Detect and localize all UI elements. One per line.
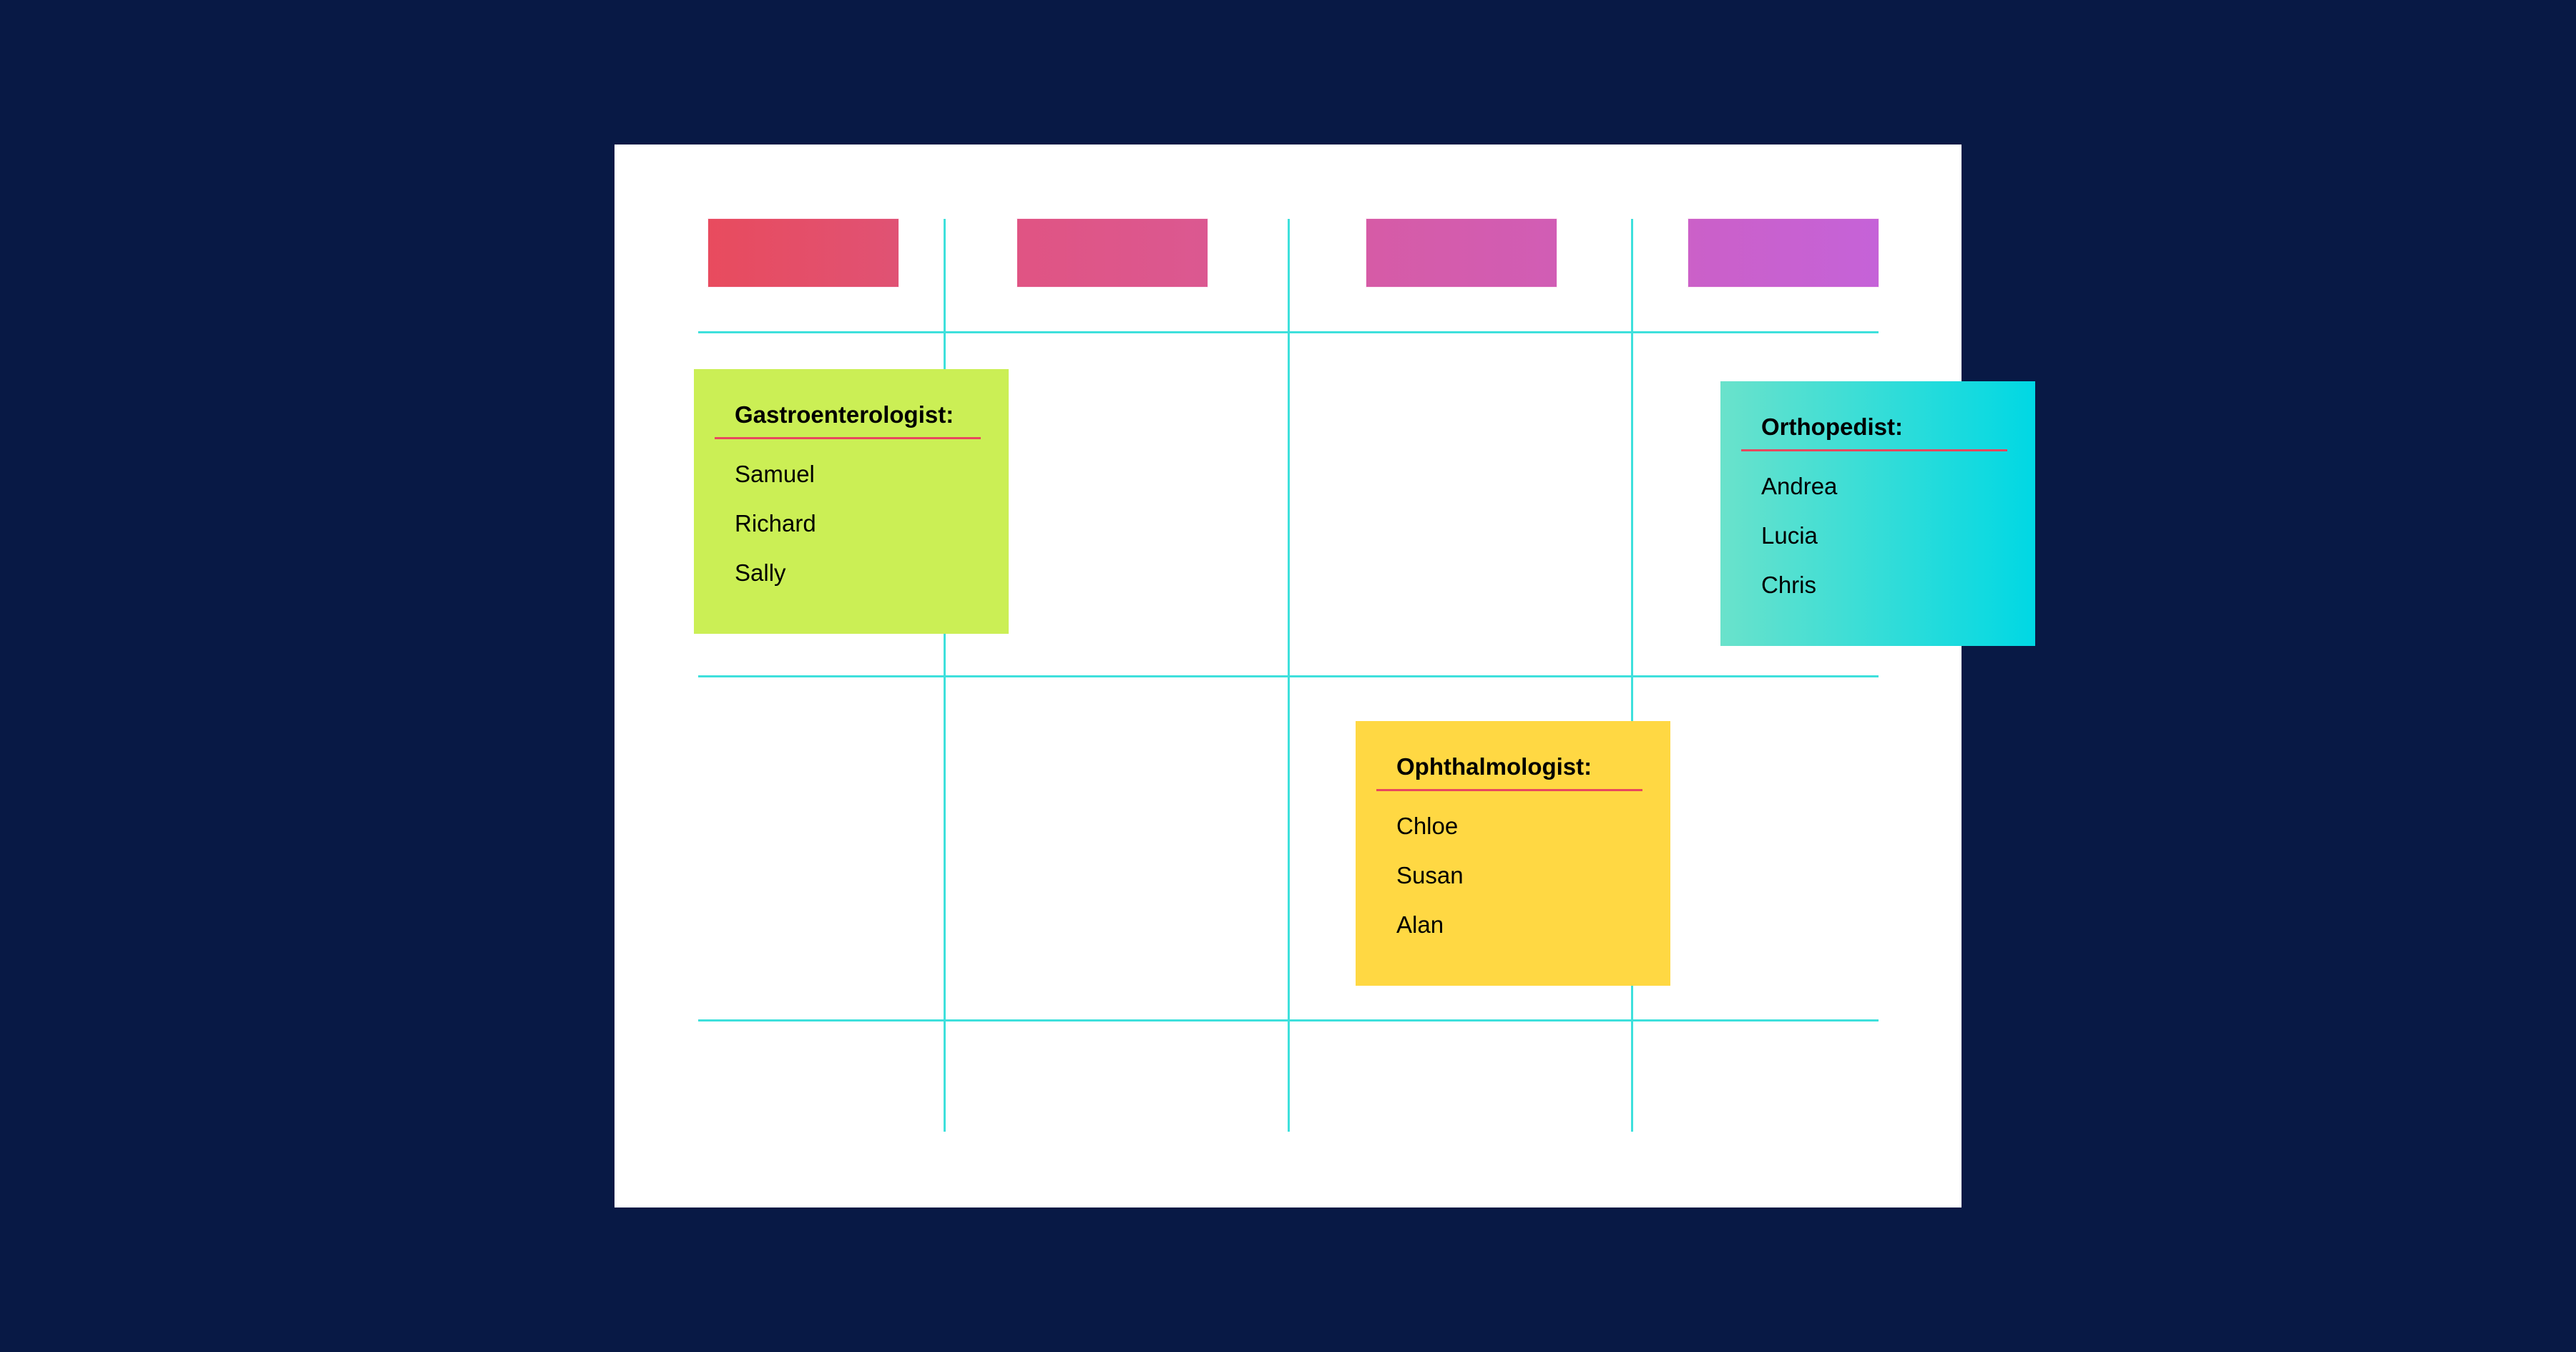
note-name-item: Chris: [1761, 572, 1817, 598]
note-name-item: Chloe: [1396, 813, 1459, 839]
sticky-note-ophthalmologist[interactable]: Ophthalmologist: Chloe Susan Alan: [1356, 721, 1670, 986]
note-name-item: Sally: [735, 559, 786, 586]
note-name-list: Chloe Susan Alan: [1396, 801, 1464, 949]
grid-column-line-3: [1631, 219, 1633, 1132]
note-name-list: Andrea Lucia Chris: [1761, 461, 1837, 609]
column-header-1[interactable]: [708, 219, 898, 287]
note-divider: [715, 437, 981, 439]
grid-column-line-1: [944, 219, 946, 1132]
note-name-item: Alan: [1396, 911, 1444, 938]
note-name-item: Andrea: [1761, 473, 1838, 499]
grid-column-line-2: [1288, 219, 1290, 1132]
note-name-item: Susan: [1396, 862, 1464, 888]
note-name-item: Samuel: [735, 461, 815, 487]
note-name-list: Samuel Richard Sally: [735, 449, 816, 597]
sticky-note-gastroenterologist[interactable]: Gastroenterologist: Samuel Richard Sally: [694, 369, 1009, 634]
note-name-item: Richard: [735, 510, 816, 537]
note-name-item: Lucia: [1761, 522, 1818, 549]
sticky-note-orthopedist[interactable]: Orthopedist: Andrea Lucia Chris: [1720, 381, 2035, 646]
note-title: Ophthalmologist:: [1396, 753, 1592, 780]
column-header-2[interactable]: [1017, 219, 1208, 287]
note-title: Orthopedist:: [1761, 413, 1903, 440]
note-divider: [1741, 449, 2007, 451]
column-header-4[interactable]: [1688, 219, 1879, 287]
note-title: Gastroenterologist:: [735, 401, 954, 428]
note-divider: [1376, 789, 1642, 791]
column-header-3[interactable]: [1366, 219, 1557, 287]
